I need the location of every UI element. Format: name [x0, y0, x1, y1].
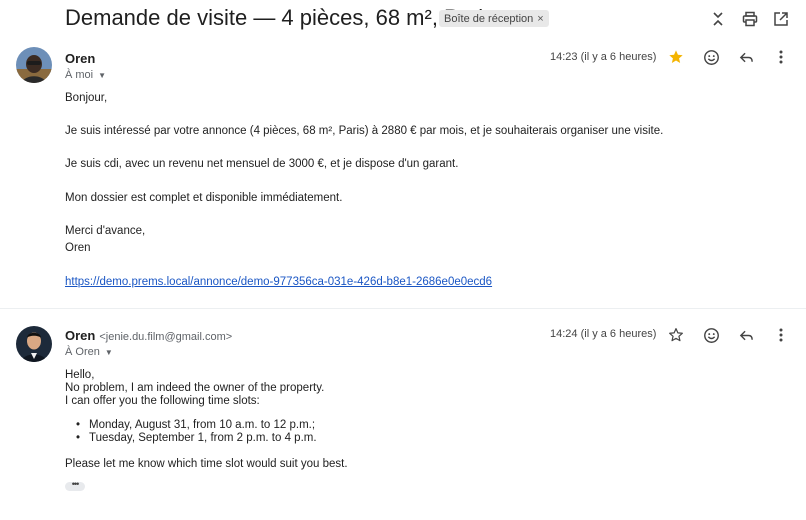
- emoji-reaction-icon[interactable]: [701, 325, 721, 345]
- listing-link[interactable]: https://demo.prems.local/annonce/demo-97…: [65, 276, 492, 288]
- star-icon[interactable]: [666, 325, 686, 345]
- sender-name: Oren <jenie.du.film@gmail.com>: [65, 328, 232, 343]
- time-slot-list: Monday, August 31, from 10 a.m. to 12 p.…: [76, 419, 317, 445]
- thread-subject: Demande de visite — 4 pièces, 68 m², Par…: [65, 5, 495, 30]
- body-paragraph: Mon dossier est complet et disponible im…: [65, 192, 343, 204]
- more-options-icon[interactable]: [771, 47, 791, 67]
- sender-name-text: Oren: [65, 51, 96, 66]
- sender-name: Oren: [65, 51, 95, 66]
- body-signoff: Merci d'avance,: [65, 225, 146, 237]
- body-paragraph: Je suis intéressé par votre annonce (4 p…: [65, 125, 664, 137]
- emoji-reaction-icon[interactable]: [701, 47, 721, 67]
- body-greeting: Bonjour,: [65, 92, 108, 104]
- star-icon[interactable]: [666, 47, 686, 67]
- message-1: Oren À moi ▼ 14:23 (il y a 6 heures) Bonj…: [0, 38, 806, 308]
- expand-collapse-icon[interactable]: [708, 9, 728, 29]
- message-time: 14:24 (il y a 6 heures): [550, 328, 657, 340]
- open-in-new-window-icon[interactable]: [771, 9, 791, 29]
- reply-icon[interactable]: [736, 47, 756, 67]
- more-options-icon[interactable]: [771, 325, 791, 345]
- chevron-down-icon[interactable]: ▼: [98, 71, 106, 80]
- body-greeting: Hello,: [65, 369, 95, 381]
- recipient-details[interactable]: À Oren ▼: [65, 346, 113, 358]
- time-slot-item: Tuesday, September 1, from 2 p.m. to 4 p…: [76, 432, 317, 445]
- sender-avatar[interactable]: [16, 47, 52, 83]
- remove-label-icon[interactable]: ×: [537, 13, 543, 25]
- message-2: Oren <jenie.du.film@gmail.com> À Oren ▼ 14…: [0, 308, 806, 520]
- thread-header: Demande de visite — 4 pièces, 68 m², Par…: [0, 0, 806, 38]
- recipient-text: À moi: [65, 69, 94, 81]
- inbox-label-chip[interactable]: Boîte de réception ×: [439, 10, 549, 27]
- chevron-down-icon[interactable]: ▼: [105, 348, 113, 357]
- time-slot-item: Monday, August 31, from 10 a.m. to 12 p.…: [76, 419, 317, 432]
- show-trimmed-content-button[interactable]: •••: [65, 480, 85, 491]
- body-signature: Oren: [65, 242, 91, 254]
- body-paragraph: Je suis cdi, avec un revenu net mensuel …: [65, 158, 459, 170]
- sender-name-text: Oren: [65, 328, 96, 343]
- recipient-text: À Oren: [65, 346, 100, 358]
- recipient-details[interactable]: À moi ▼: [65, 69, 106, 81]
- reply-icon[interactable]: [736, 325, 756, 345]
- sender-email: <jenie.du.film@gmail.com>: [99, 331, 233, 343]
- print-icon[interactable]: [740, 9, 760, 29]
- body-closing: Please let me know which time slot would…: [65, 458, 348, 470]
- sender-avatar[interactable]: [16, 326, 52, 362]
- body-line: I can offer you the following time slots…: [65, 395, 260, 407]
- message-time: 14:23 (il y a 6 heures): [550, 51, 657, 63]
- inbox-label-text: Boîte de réception: [444, 13, 534, 25]
- body-line: No problem, I am indeed the owner of the…: [65, 382, 325, 394]
